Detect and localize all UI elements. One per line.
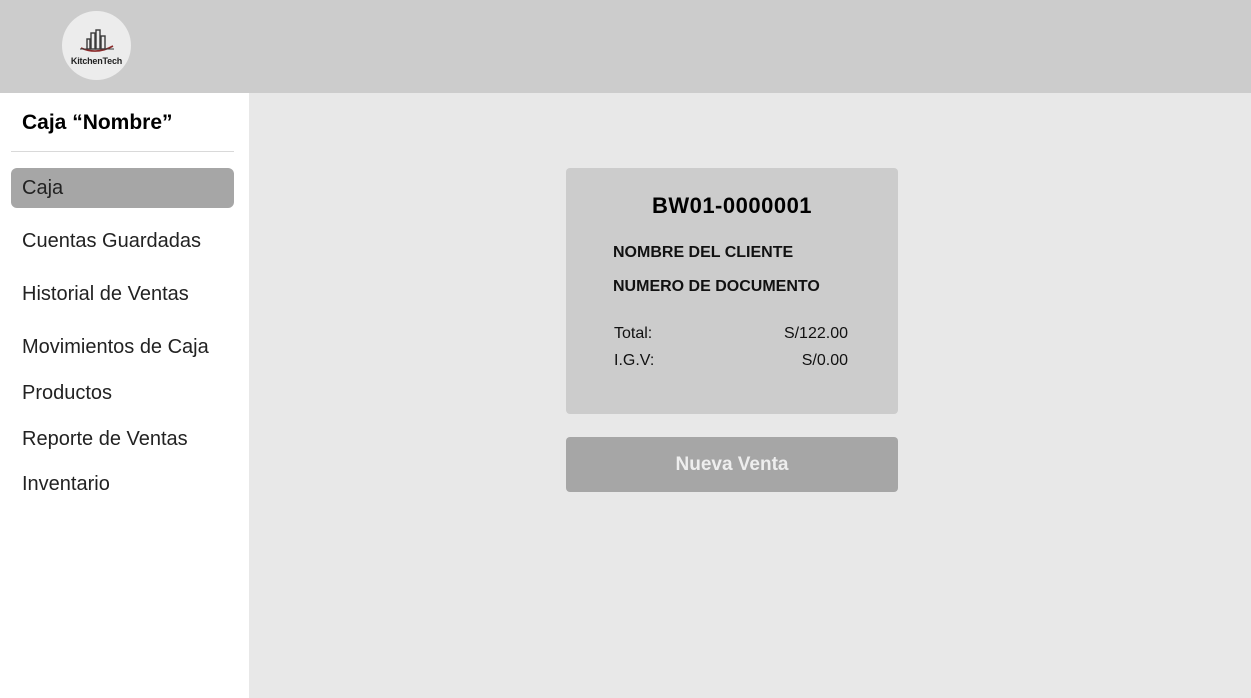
new-sale-button[interactable]: Nueva Venta	[566, 437, 898, 492]
sidebar-item-productos[interactable]: Productos	[11, 373, 234, 413]
igv-label: I.G.V:	[614, 352, 655, 369]
sidebar-item-historial-de-ventas[interactable]: Historial de Ventas	[11, 274, 234, 314]
sidebar-item-label: Caja	[22, 176, 64, 199]
app-logo[interactable]: KitchenTech	[62, 11, 131, 80]
igv-value: S/0.00	[801, 352, 848, 369]
total-label: Total:	[614, 325, 653, 342]
sidebar-item-label: Movimientos de Caja	[22, 335, 209, 358]
sidebar-item-label: Historial de Ventas	[22, 282, 189, 305]
sidebar-item-movimientos-de-caja[interactable]: Movimientos de Caja	[11, 327, 234, 367]
sidebar-item-inventario[interactable]: Inventario	[11, 464, 234, 504]
sidebar-divider	[11, 151, 234, 152]
sidebar-item-label: Inventario	[22, 472, 110, 495]
city-skyline-icon	[79, 29, 114, 52]
total-row: Total: S/122.00	[614, 325, 848, 343]
igv-row: I.G.V: S/0.00	[614, 352, 848, 370]
logo-text: KitchenTech	[70, 56, 123, 66]
sidebar-item-label: Reporte de Ventas	[22, 427, 188, 450]
sidebar-item-label: Productos	[22, 381, 113, 404]
top-bar: KitchenTech	[0, 0, 1251, 93]
total-value: S/122.00	[783, 325, 848, 342]
main-content: BW01-0000001 NOMBRE DEL CLIENTE NUMERO D…	[249, 93, 1251, 698]
sidebar: Caja “Nombre” Caja Cuentas Guardadas His…	[0, 93, 249, 698]
sidebar-item-label: Cuentas Guardadas	[22, 229, 202, 252]
client-name: NOMBRE DEL CLIENTE	[613, 244, 794, 261]
sidebar-title: Caja “Nombre”	[22, 111, 173, 134]
sidebar-item-cuentas-guardadas[interactable]: Cuentas Guardadas	[11, 221, 234, 261]
sidebar-item-caja[interactable]: Caja	[11, 168, 234, 208]
sidebar-item-reporte-de-ventas[interactable]: Reporte de Ventas	[11, 419, 234, 459]
document-id: NUMERO DE DOCUMENTO	[613, 278, 820, 295]
receipt-card: BW01-0000001 NOMBRE DEL CLIENTE NUMERO D…	[566, 168, 898, 414]
document-number: BW01-0000001	[651, 193, 813, 218]
